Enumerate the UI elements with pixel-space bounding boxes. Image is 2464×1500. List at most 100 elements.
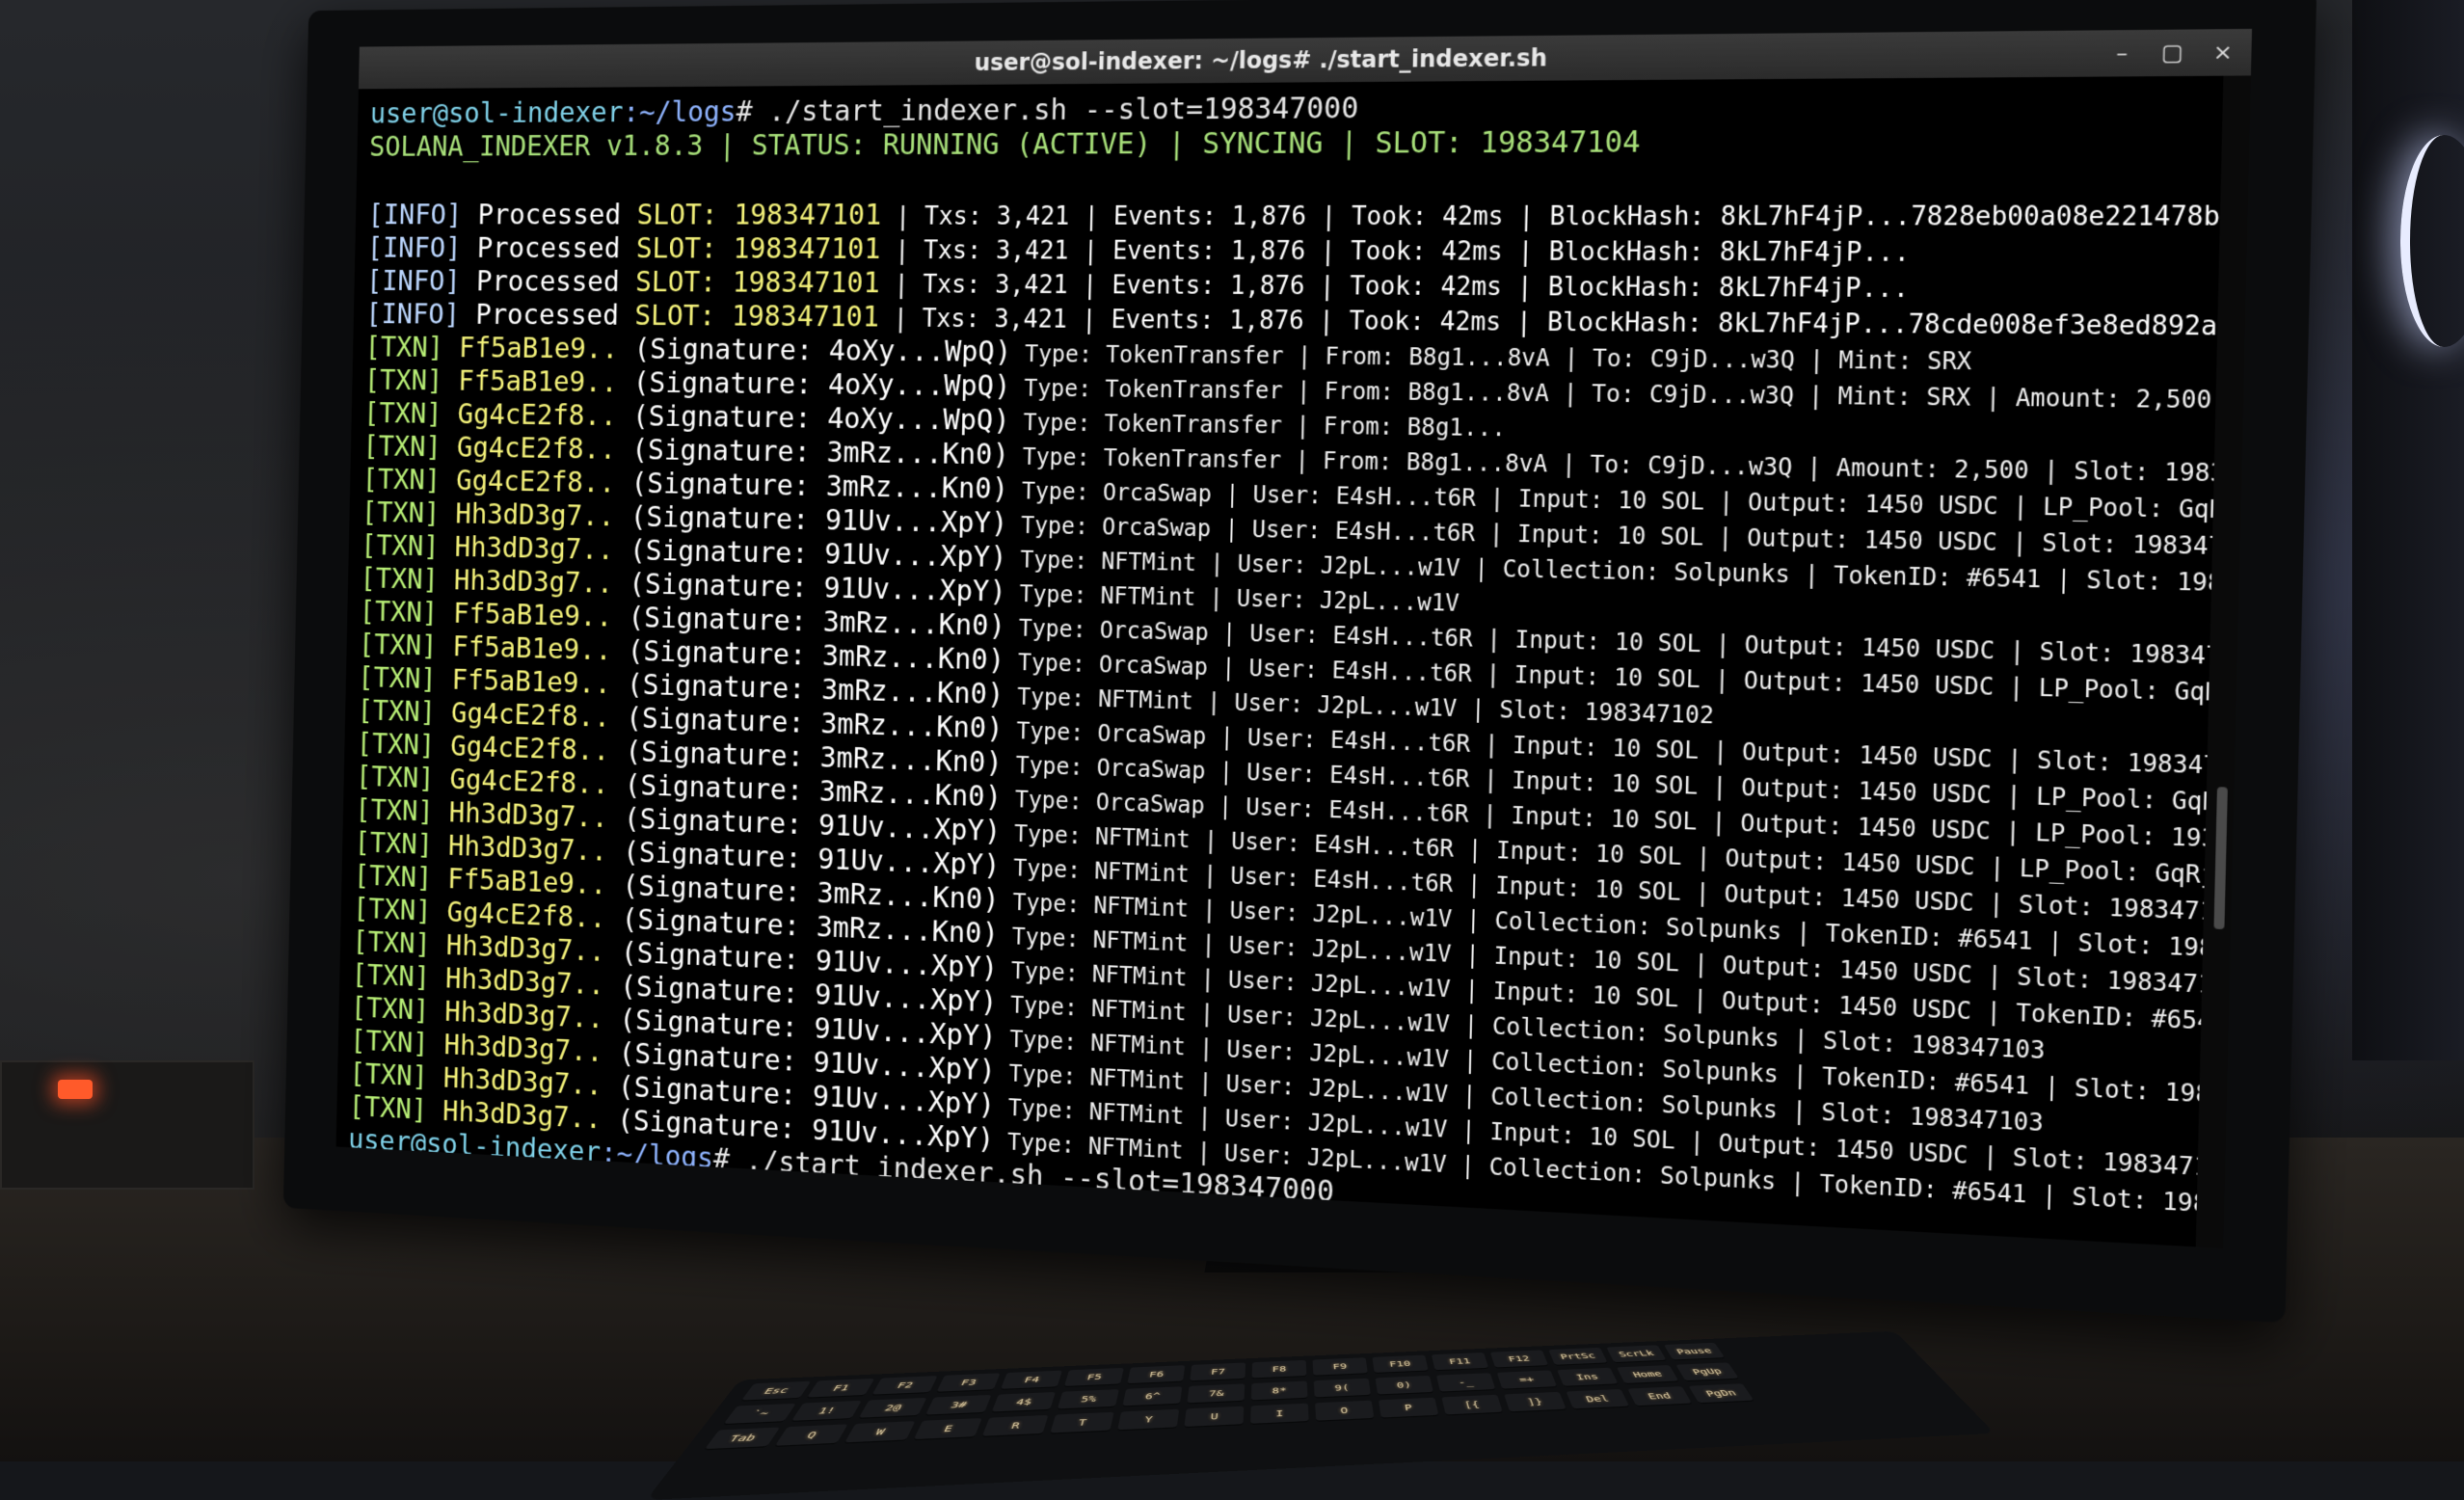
txn-tag: [TXN] [349,1057,429,1094]
txn-id: Ff5aB1e9.. [431,862,607,902]
keyboard-key: F2 [871,1376,938,1396]
txn-id: Gg4cE2f8.. [433,763,609,802]
keyboard-key: =+ [1496,1370,1558,1390]
keyboard-key: I [1250,1403,1309,1426]
keyboard-key: -_ [1435,1373,1496,1393]
txn-tag: [TXN] [350,1024,429,1060]
status-led [58,1080,93,1099]
txn-id: Ff5aB1e9.. [437,597,613,634]
keyboard-key: Q [774,1424,848,1448]
txn-tag: [TXN] [356,727,436,763]
slot-label: SLOT: 198347101 [636,199,882,232]
slot-label: SLOT: 198347101 [634,265,881,301]
keyboard-key: F12 [1489,1350,1549,1369]
keyboard-key: 0) [1375,1375,1434,1396]
log-action: Processed [460,265,636,299]
keyboard-key: F10 [1372,1354,1429,1375]
txn-tag: [TXN] [364,331,444,364]
window-title: user@sol-indexer: ~/logs# ./start_indexe… [974,43,1548,76]
txn-tag: [TXN] [352,925,432,961]
txn-tag: [TXN] [355,760,435,795]
keyboard-key: E [913,1417,982,1441]
keyboard-key: [{ [1441,1394,1504,1416]
keyboard-key: 9( [1313,1378,1372,1399]
terminal-output[interactable]: user@sol-indexer:~/logs# ./start_indexer… [336,76,2224,1247]
scrollbar-thumb[interactable] [2213,787,2228,930]
prompt-hash: # [736,95,753,129]
keyboard-key: F7 [1190,1362,1246,1382]
keyboard-key: U [1184,1406,1245,1429]
txn-id: Ff5aB1e9.. [442,364,618,400]
keyboard-key: R [981,1414,1049,1438]
keyboard-key: 2@ [858,1397,927,1419]
log-details: | Txs: 3,421 | Events: 1,876 | Took: 42m… [880,201,2224,233]
txn-signature: (Signature: 4oXy...WpQ) [616,366,1011,404]
txn-id: Hh3dD3g7.. [432,829,608,869]
prompt-path: :~/logs [623,95,737,129]
minimize-icon[interactable]: – [2110,40,2133,66]
keyboard-key: P [1379,1397,1439,1419]
keyboard-key: PrtSc [1548,1347,1609,1366]
keyboard-key: 3# [924,1394,992,1416]
keyboard-key: F11 [1431,1352,1489,1372]
txn-id: Hh3dD3g7.. [439,497,615,534]
txn-tag: [TXN] [354,826,434,862]
final-prompt-user-host: user@sol-indexer [347,1156,601,1203]
txn-tag: [TXN] [355,793,434,829]
keyboard-key: PgDn [1688,1383,1755,1405]
txn-id: Ff5aB1e9.. [442,332,619,366]
txn-details: Type: TokenTransfer | From: B8g1...8vA |… [1010,340,1972,376]
txn-signature: (Signature: 3mRz...Kn0) [614,467,1009,506]
keyboard-key: F6 [1127,1365,1186,1385]
keyboard-key: F5 [1063,1367,1124,1388]
window-controls: – ▢ × [2110,29,2236,76]
txn-id: Hh3dD3g7.. [439,530,614,567]
last-command-path: :~/logs [600,1137,714,1176]
log-details: | Txs: 3,421 | Events: 1,876 | Took: 42m… [880,236,1911,268]
keyboard-key: ScrLk [1606,1345,1668,1364]
txn-tag: [TXN] [358,661,437,696]
keyboard-key: Y [1116,1408,1180,1432]
txn-id: Gg4cE2f8.. [441,431,617,467]
prompt-user-host: user@sol-indexer [369,96,624,131]
close-icon[interactable]: × [2211,40,2236,66]
txn-id: Gg4cE2f8.. [434,730,610,768]
txn-tag: [TXN] [362,397,442,431]
prompt-command: ./start_indexer.sh --slot=198347000 [752,92,1359,129]
txn-tag: [TXN] [361,496,441,530]
keyboard-key: Tab [704,1427,781,1451]
txn-id: Hh3dD3g7.. [433,795,608,835]
log-action: Processed [461,199,638,232]
log-action: Processed [459,298,635,333]
keyboard-key: Ins [1557,1367,1619,1387]
txn-id: Ff5aB1e9.. [436,663,611,701]
txn-tag: [TXN] [362,430,442,464]
keyboard-key: O [1315,1400,1375,1422]
txn-tag: [TXN] [352,892,432,928]
slot-label: SLOT: 198347101 [635,232,881,266]
txn-tag: [TXN] [353,859,433,896]
txn-tag: [TXN] [363,363,443,398]
txn-id: Gg4cE2f8.. [440,464,616,500]
keyboard-key: 8* [1250,1380,1308,1402]
device-box [0,1060,254,1190]
keyboard-key: F4 [1000,1370,1062,1390]
keyboard-key: F3 [936,1373,1001,1393]
log-level-tag: [INFO] [365,298,461,332]
txn-tag: [TXN] [361,529,440,564]
keyboard-key: 4$ [991,1391,1056,1413]
keyboard-key: W [844,1421,916,1444]
log-level-tag: [INFO] [366,231,462,265]
txn-id: Gg4cE2f8.. [442,398,617,433]
slot-label: SLOT: 198347101 [634,299,880,335]
txn-id: Ff5aB1e9.. [436,629,612,668]
maximize-icon[interactable]: ▢ [2160,40,2184,66]
log-level-tag: [INFO] [365,265,462,298]
keyboard-key: PgUp [1675,1362,1740,1382]
txn-tag: [TXN] [360,562,440,597]
keyboard-key: 6^ [1122,1386,1183,1407]
terminal-window[interactable]: user@sol-indexer: ~/logs# ./start_indexe… [335,28,2253,1248]
txn-tag: [TXN] [362,463,442,497]
keyboard-key: F8 [1251,1359,1307,1379]
keyboard-key: ]} [1504,1391,1567,1413]
